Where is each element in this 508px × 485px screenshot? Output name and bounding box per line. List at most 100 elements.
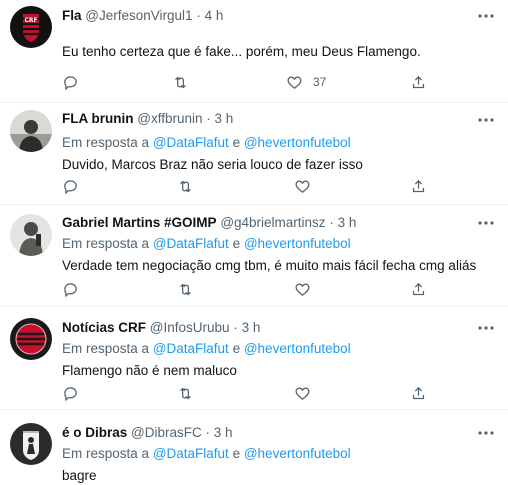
mention-link[interactable]: @DataFlafut [153, 446, 229, 461]
more-icon[interactable] [476, 318, 496, 338]
tweet-header: Notícias CRF @InfosUrubu · 3 h [62, 318, 464, 337]
mention-link[interactable]: @DataFlafut [153, 135, 229, 150]
reply-prefix: Em resposta a [62, 341, 150, 356]
author-handle[interactable]: @DibrasFC [131, 425, 202, 440]
reply-icon [64, 179, 77, 194]
tweet[interactable]: Gabriel Martins #GOIMP @g4brielmartinsz … [0, 205, 508, 307]
mention-link[interactable]: @hevertonfutebol [244, 236, 351, 251]
like-button[interactable] [294, 176, 311, 196]
more-icon[interactable] [476, 423, 496, 443]
mention-link[interactable]: @DataFlafut [153, 236, 229, 251]
author-handle[interactable]: @g4brielmartinsz [220, 215, 325, 230]
like-button[interactable] [294, 383, 311, 403]
person-photo-avatar [10, 214, 52, 256]
like-button[interactable] [294, 279, 311, 299]
author-handle[interactable]: @JerfesonVirgul1 [85, 8, 192, 23]
tweet-text: Eu tenho certeza que é fake... porém, me… [62, 44, 421, 59]
tweet-text: Flamengo não é nem maluco [62, 363, 237, 378]
separator: · [329, 215, 334, 230]
author-name[interactable]: é o Dibras [62, 425, 127, 440]
reply-joiner: e [232, 341, 241, 356]
mention-link[interactable]: @DataFlafut [153, 341, 229, 356]
reply-icon [64, 75, 77, 90]
reply-context: Em resposta a @DataFlafut e @hevertonfut… [62, 133, 464, 153]
retweet-button[interactable] [177, 383, 194, 403]
person-photo-avatar [10, 110, 52, 152]
reply-button[interactable] [62, 383, 79, 403]
like-count: 37 [313, 75, 327, 89]
tweet-feed: CRF Fla @JerfesonVirgul1 · 4 h Eu tenho … [0, 0, 508, 485]
more-icon[interactable] [476, 6, 496, 26]
tweet-header: Fla @JerfesonVirgul1 · 4 h [62, 6, 464, 25]
mention-link[interactable]: @hevertonfutebol [244, 135, 351, 150]
reply-joiner: e [232, 135, 241, 150]
author-handle[interactable]: @InfosUrubu [150, 320, 230, 335]
author-name[interactable]: Gabriel Martins #GOIMP [62, 215, 217, 230]
tweet[interactable]: é o Dibras @DibrasFC · 3 h Em resposta a… [0, 410, 508, 485]
share-button[interactable] [410, 383, 427, 403]
reply-context: Em resposta a @DataFlafut e @hevertonfut… [62, 234, 464, 254]
reply-button[interactable] [62, 279, 79, 299]
mention-link[interactable]: @hevertonfutebol [244, 446, 351, 461]
share-icon [412, 179, 425, 192]
mention-link[interactable]: @hevertonfutebol [244, 341, 351, 356]
tweet[interactable]: FLA brunin @xffbrunin · 3 h Em resposta … [0, 103, 508, 205]
retweet-button[interactable] [177, 279, 194, 299]
avatar[interactable]: CRF [10, 6, 52, 48]
retweet-button[interactable] [177, 176, 194, 196]
heart-icon [295, 180, 310, 193]
retweet-icon [180, 387, 191, 399]
reply-prefix: Em resposta a [62, 446, 150, 461]
tweet-text: bagre [62, 468, 97, 483]
reply-joiner: e [232, 446, 241, 461]
share-button[interactable] [410, 176, 427, 196]
avatar[interactable] [10, 110, 52, 152]
author-name[interactable]: FLA brunin [62, 111, 133, 126]
retweet-icon [175, 76, 186, 88]
more-icon[interactable] [476, 213, 496, 233]
svg-text:CRF: CRF [24, 17, 37, 24]
reply-context: Em resposta a @DataFlafut e @hevertonfut… [62, 444, 464, 464]
retweet-icon [180, 283, 191, 295]
share-icon [412, 282, 425, 295]
separator: · [205, 425, 211, 440]
share-button[interactable] [410, 279, 427, 299]
heart-icon [295, 283, 310, 296]
author-name[interactable]: Fla [62, 8, 82, 23]
reply-prefix: Em resposta a [62, 135, 150, 150]
timestamp[interactable]: 3 h [215, 111, 234, 126]
badge-avatar [10, 423, 52, 465]
avatar[interactable] [10, 214, 52, 256]
share-icon [412, 75, 425, 88]
tweet[interactable]: Notícias CRF @InfosUrubu · 3 h Em respos… [0, 307, 508, 410]
like-button[interactable]: 37 [286, 72, 326, 92]
reply-button[interactable] [62, 72, 79, 92]
timestamp[interactable]: 3 h [338, 215, 357, 230]
separator: · [233, 320, 238, 335]
timestamp[interactable]: 3 h [214, 425, 233, 440]
author-handle[interactable]: @xffbrunin [137, 111, 202, 126]
avatar[interactable] [10, 423, 52, 465]
tweet-actions [62, 176, 448, 196]
retweet-button[interactable] [172, 72, 189, 92]
tweet[interactable]: CRF Fla @JerfesonVirgul1 · 4 h Eu tenho … [0, 0, 508, 103]
tweet-text: Duvido, Marcos Braz não seria louco de f… [62, 157, 363, 172]
tweet-header: é o Dibras @DibrasFC · 3 h [62, 423, 464, 442]
reply-icon [64, 282, 77, 297]
heart-icon [295, 387, 310, 400]
reply-icon [64, 386, 77, 401]
timestamp[interactable]: 4 h [205, 8, 224, 23]
heart-icon [287, 76, 302, 89]
tweet-header: Gabriel Martins #GOIMP @g4brielmartinsz … [62, 213, 464, 232]
reply-context: Em resposta a @DataFlafut e @hevertonfut… [62, 339, 464, 359]
more-icon[interactable] [476, 110, 496, 130]
reply-button[interactable] [62, 176, 79, 196]
separator: · [206, 111, 211, 126]
avatar[interactable] [10, 318, 52, 360]
tweet-text: Verdade tem negociação cmg tbm, é muito … [62, 258, 477, 273]
author-name[interactable]: Notícias CRF [62, 320, 146, 335]
tweet-actions [62, 383, 448, 403]
share-button[interactable] [410, 72, 427, 92]
timestamp[interactable]: 3 h [242, 320, 261, 335]
share-icon [412, 386, 425, 399]
